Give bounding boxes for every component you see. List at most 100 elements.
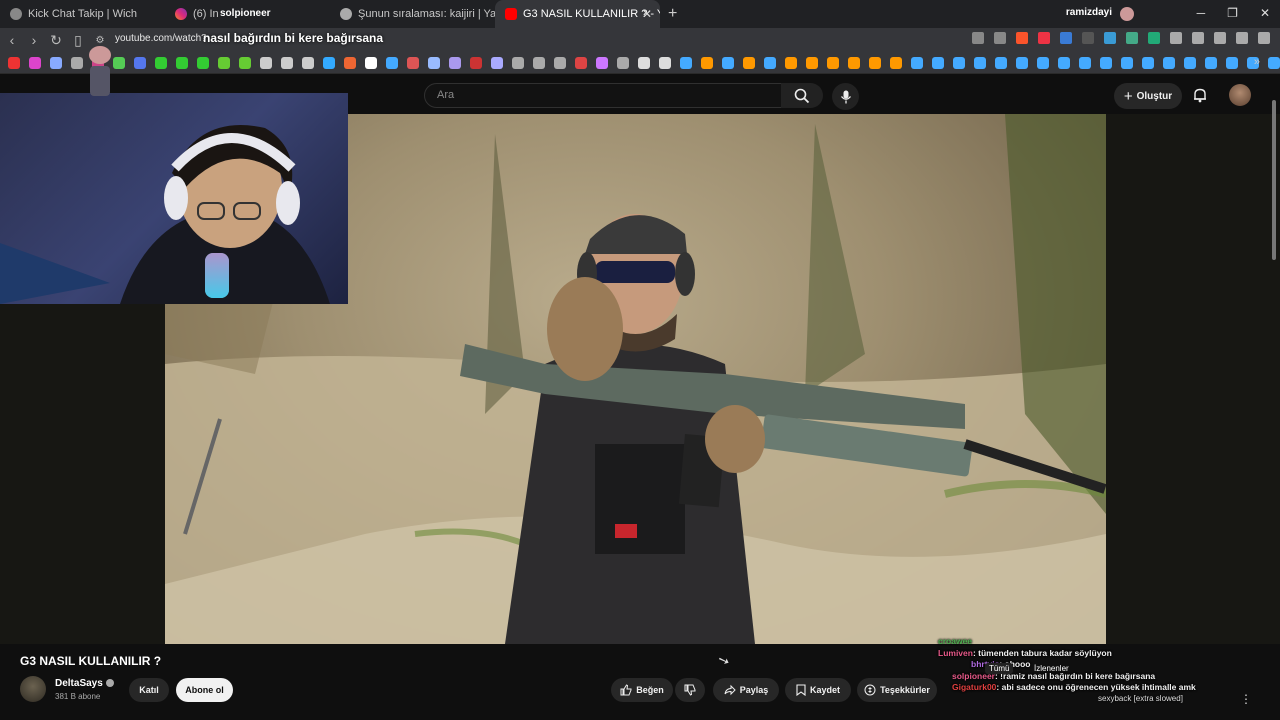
url-field[interactable]: youtube.com/watch? [115, 33, 207, 44]
bookmark-icon[interactable] [449, 56, 461, 69]
bookmark-icon[interactable] [596, 56, 608, 69]
voice-search-button[interactable] [832, 83, 859, 110]
bookmark-icon[interactable] [932, 56, 944, 69]
bookmark-icon[interactable] [407, 56, 419, 69]
bookmark-icon[interactable] [71, 56, 83, 69]
share-icon[interactable] [994, 32, 1006, 44]
download-icon[interactable] [1214, 32, 1226, 44]
close-window-icon[interactable]: ✕ [1260, 6, 1270, 20]
tab-youtube[interactable]: G3 NASIL KULLANILIR ? - YouTub ✕ [495, 0, 660, 28]
bookmark-icon[interactable] [1079, 56, 1091, 69]
bookmark-icon[interactable] [617, 56, 629, 69]
bookmark-icon[interactable] [113, 56, 125, 69]
bookmark-icon[interactable] [848, 56, 860, 69]
new-tab-icon[interactable]: + [668, 5, 677, 23]
create-button[interactable]: + Oluştur [1114, 83, 1182, 109]
sidebar-icon[interactable] [1192, 32, 1204, 44]
bookmark-icon[interactable] [869, 56, 881, 69]
chat-filter-watched[interactable]: İzlenenler [1030, 663, 1073, 674]
join-button[interactable]: Katıl [129, 678, 169, 702]
bookmark-icon[interactable] [197, 56, 209, 69]
bookmarks-overflow-icon[interactable]: » [1254, 56, 1260, 68]
bookmark-icon[interactable] [155, 56, 167, 69]
menu-icon[interactable] [1258, 32, 1270, 44]
reload-icon[interactable]: ↻ [46, 32, 66, 49]
bookmark-icon[interactable] [533, 56, 545, 69]
avatar[interactable] [1120, 7, 1134, 21]
bookmark-icon[interactable] [134, 56, 146, 69]
bookmark-icon[interactable] [680, 56, 692, 69]
forward-icon[interactable]: › [24, 32, 44, 48]
search-button[interactable] [781, 83, 823, 108]
subscribe-button[interactable]: Abone ol [176, 678, 233, 702]
bookmark-icon[interactable] [323, 56, 335, 69]
bookmark-icon[interactable] [302, 56, 314, 69]
page-scrollbar[interactable] [1272, 100, 1276, 260]
bookmark-icon[interactable] [218, 56, 230, 69]
bookmark-icon[interactable] [239, 56, 251, 69]
chat-filter-all[interactable]: Tümü [985, 663, 1014, 674]
bookmark-icon[interactable] [1037, 56, 1049, 69]
install-icon[interactable] [972, 32, 984, 44]
bookmark-icon[interactable] [29, 56, 41, 69]
bookmark-icon[interactable] [785, 56, 797, 69]
extension-icon[interactable] [1126, 32, 1138, 44]
like-button[interactable]: Beğen [611, 678, 673, 702]
bookmark-icon[interactable] [512, 56, 524, 69]
notifications-bell-icon[interactable] [1192, 87, 1208, 103]
bookmark-icon[interactable] [722, 56, 734, 69]
extension-icon[interactable] [1060, 32, 1072, 44]
profile-name[interactable]: ramizdayi [1066, 7, 1112, 18]
bookmark-icon[interactable] [1121, 56, 1133, 69]
bookmark-icon[interactable] [575, 56, 587, 69]
channel-avatar[interactable] [20, 676, 46, 702]
thanks-button[interactable]: Teşekkürler [857, 678, 937, 702]
bookmark-icon[interactable] [1184, 56, 1196, 69]
bookmark-icon[interactable] [1268, 56, 1280, 69]
channel-name[interactable]: DeltaSays [55, 678, 114, 689]
extension-icon[interactable] [1104, 32, 1116, 44]
bookmark-icon[interactable] [701, 56, 713, 69]
bookmark-icon[interactable] [659, 56, 671, 69]
bookmark-icon[interactable] [1163, 56, 1175, 69]
bookmark-icon[interactable] [8, 56, 20, 69]
extension-icon[interactable] [1082, 32, 1094, 44]
bookmark-icon[interactable] [1226, 56, 1238, 69]
brave-shield-icon[interactable] [1016, 32, 1028, 44]
bookmark-icon[interactable] [995, 56, 1007, 69]
bookmark-icon[interactable] [764, 56, 776, 69]
bookmark-icon[interactable] [428, 56, 440, 69]
bookmark-icon[interactable] [176, 56, 188, 69]
extension-icon[interactable] [1148, 32, 1160, 44]
bookmark-icon[interactable]: ▯ [68, 32, 88, 49]
search-input[interactable]: Ara [424, 83, 782, 108]
bookmark-icon[interactable] [386, 56, 398, 69]
bookmark-icon[interactable] [638, 56, 650, 69]
tab-kick-chat[interactable]: Kick Chat Takip | Wich [0, 0, 165, 28]
puzzle-icon[interactable] [1170, 32, 1182, 44]
user-avatar[interactable] [1229, 84, 1251, 106]
bookmark-icon[interactable] [953, 56, 965, 69]
bookmark-icon[interactable] [470, 56, 482, 69]
bookmark-icon[interactable] [1100, 56, 1112, 69]
bookmark-icon[interactable] [50, 56, 62, 69]
tab-ranking[interactable]: Şunun sıralaması: kaijiri | Yayınını güç [330, 0, 495, 28]
bookmark-icon[interactable] [911, 56, 923, 69]
bookmark-icon[interactable] [974, 56, 986, 69]
bookmark-icon[interactable] [890, 56, 902, 69]
bookmark-icon[interactable] [1142, 56, 1154, 69]
tab-instagram[interactable]: (6) In solpioneer [165, 0, 330, 28]
back-icon[interactable]: ‹ [2, 32, 22, 48]
bookmark-icon[interactable] [491, 56, 503, 69]
share-button[interactable]: Paylaş [713, 678, 779, 702]
bookmark-icon[interactable] [827, 56, 839, 69]
bookmark-icon[interactable] [1016, 56, 1028, 69]
bookmark-icon[interactable] [1058, 56, 1070, 69]
more-options-icon[interactable]: ⋮ [1240, 692, 1252, 706]
bookmark-icon[interactable] [365, 56, 377, 69]
minimize-icon[interactable]: ─ [1197, 6, 1206, 20]
restore-icon[interactable]: ❐ [1227, 6, 1238, 20]
bookmark-icon[interactable] [344, 56, 356, 69]
site-settings-icon[interactable]: ⚙ [90, 35, 110, 46]
bookmark-icon[interactable] [806, 56, 818, 69]
